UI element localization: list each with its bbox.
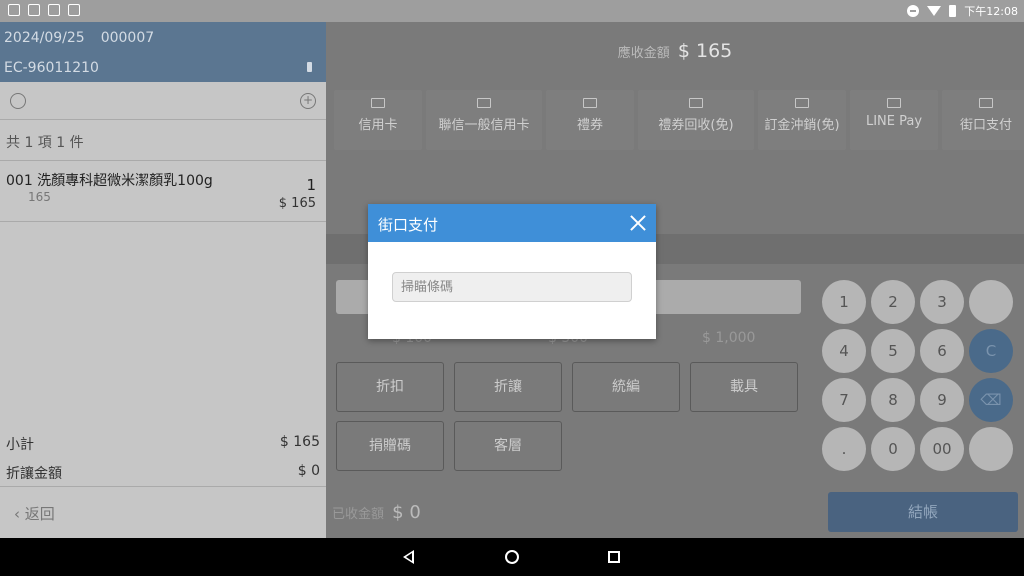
- discount-row: 折讓金額 $ 0: [6, 463, 320, 483]
- clear-key[interactable]: C: [969, 329, 1013, 373]
- donation-code-button[interactable]: 捐贈碼: [336, 421, 444, 471]
- deposit-icon: [795, 98, 809, 108]
- receivable-label: 應收金額: [617, 46, 670, 61]
- gallery-icon: [48, 4, 60, 16]
- payment-method-label: 禮券: [576, 118, 603, 133]
- receivable: 應收金額 $ 165: [326, 40, 1024, 62]
- subtotal-value: $ 165: [279, 434, 320, 450]
- key-4[interactable]: 4: [822, 329, 866, 373]
- key-9[interactable]: 9: [920, 378, 964, 422]
- paid-amount: 已收金額 $ 0: [332, 502, 421, 523]
- subtotal-row: 小計 $ 165: [6, 434, 320, 454]
- tax-id-button[interactable]: 統編: [572, 362, 680, 412]
- jkopay-dialog: 街口支付: [368, 204, 656, 339]
- item-amount: $ 165: [278, 196, 316, 211]
- payment-method-voucher-recovery[interactable]: 禮券回收(免): [638, 90, 754, 150]
- order-panel: 2024/09/25 000007 EC-96011210 + 共 1 項 1 …: [0, 22, 326, 538]
- dialog-header: 街口支付: [368, 204, 656, 242]
- close-icon[interactable]: [628, 213, 648, 233]
- wifi-icon: [927, 6, 942, 16]
- do-not-disturb-icon: [907, 5, 920, 17]
- clock: 下午12:08: [964, 5, 1018, 18]
- key-7[interactable]: 7: [822, 378, 866, 422]
- key-blank-bottom[interactable]: [969, 427, 1013, 471]
- terminal-id: EC-96011210: [4, 60, 99, 76]
- payment-method-label: 信用卡: [358, 118, 398, 133]
- list-item[interactable]: 001 洗顏專科超微米潔顏乳100g 165 1 $ 165: [0, 162, 326, 222]
- payment-method-line-pay[interactable]: LINE Pay: [850, 90, 938, 150]
- navigation-bar: [0, 538, 1024, 576]
- key-dot[interactable]: .: [822, 427, 866, 471]
- font-app-icon: [68, 4, 80, 16]
- payment-method-label: 禮券回收(免): [658, 118, 734, 133]
- key-2[interactable]: 2: [871, 280, 915, 324]
- key-00[interactable]: 00: [920, 427, 964, 471]
- key-8[interactable]: 8: [871, 378, 915, 422]
- receivable-value: $ 165: [677, 40, 733, 62]
- key-6[interactable]: 6: [920, 329, 964, 373]
- card-icon: [477, 98, 491, 108]
- dialog-title: 街口支付: [378, 216, 439, 234]
- discount-label: 折讓金額: [6, 466, 62, 482]
- payment-method-jkopay[interactable]: 街口支付: [942, 90, 1024, 150]
- add-icon[interactable]: +: [300, 93, 316, 109]
- nav-recents-icon[interactable]: [608, 551, 620, 563]
- payment-method-deposit-offset[interactable]: 訂金沖銷(免): [758, 90, 846, 150]
- line-icon: [887, 98, 901, 108]
- item-name: 001 洗顏專科超微米潔顏乳100g: [6, 173, 213, 189]
- quick-amount-1000[interactable]: $ 1,000: [702, 330, 755, 346]
- paid-value: $ 0: [392, 502, 421, 523]
- paid-label: 已收金額: [332, 507, 385, 522]
- barcode-input[interactable]: [392, 272, 632, 302]
- payment-methods: 信用卡 聯信一般信用卡 禮券 禮券回收(免) 訂金沖銷(免) LINE Pay …: [334, 90, 1024, 150]
- back-area: ‹ 返回: [0, 486, 326, 538]
- backspace-key[interactable]: ⌫: [969, 378, 1013, 422]
- payment-method-voucher[interactable]: 禮券: [546, 90, 634, 150]
- allowance-button[interactable]: 折讓: [454, 362, 562, 412]
- item-unit-price: 165: [28, 190, 51, 204]
- item-count: 共 1 項 1 件: [6, 135, 84, 151]
- subtotal-label: 小計: [6, 437, 34, 453]
- discount-value: $ 0: [297, 463, 320, 479]
- payment-method-credit-card[interactable]: 信用卡: [334, 90, 422, 150]
- discount-button[interactable]: 折扣: [336, 362, 444, 412]
- back-label: 返回: [24, 505, 55, 523]
- key-0[interactable]: 0: [871, 427, 915, 471]
- payment-method-union-credit-card[interactable]: 聯信一般信用卡: [426, 90, 542, 150]
- card-icon: [371, 98, 385, 108]
- key-1[interactable]: 1: [822, 280, 866, 324]
- voucher-icon: [689, 98, 703, 108]
- customer-toolbar: +: [0, 82, 326, 120]
- battery-icon: [949, 5, 957, 17]
- carrier-button[interactable]: 載具: [690, 362, 798, 412]
- nav-back-icon[interactable]: [403, 550, 414, 564]
- status-bar: 下午12:08: [0, 0, 1024, 22]
- nav-home-icon[interactable]: [505, 550, 519, 564]
- checkout-button[interactable]: 結帳: [828, 492, 1018, 532]
- key-blank-top[interactable]: [969, 280, 1013, 324]
- chevron-left-icon: ‹: [14, 505, 20, 523]
- payment-method-label: 訂金沖銷(免): [764, 118, 840, 133]
- voucher-icon: [583, 98, 597, 108]
- lock-icon: [307, 62, 312, 72]
- divider: [0, 160, 326, 161]
- order-date: 2024/09/25: [4, 30, 85, 46]
- remote-app-icon: [8, 4, 20, 16]
- jkopay-icon: [979, 98, 993, 108]
- payment-method-label: 聯信一般信用卡: [438, 118, 530, 133]
- payment-method-label: LINE Pay: [865, 114, 923, 129]
- member-icon[interactable]: [10, 93, 26, 109]
- order-header: 2024/09/25 000007 EC-96011210: [0, 22, 326, 82]
- back-button[interactable]: ‹ 返回: [14, 503, 55, 524]
- payment-method-label: 街口支付: [959, 118, 1012, 133]
- key-3[interactable]: 3: [920, 280, 964, 324]
- order-number: 000007: [100, 30, 155, 46]
- item-qty: 1: [306, 176, 316, 194]
- notification-icons: [8, 4, 80, 16]
- customer-segment-button[interactable]: 客層: [454, 421, 562, 471]
- image-icon: [28, 4, 40, 16]
- key-5[interactable]: 5: [871, 329, 915, 373]
